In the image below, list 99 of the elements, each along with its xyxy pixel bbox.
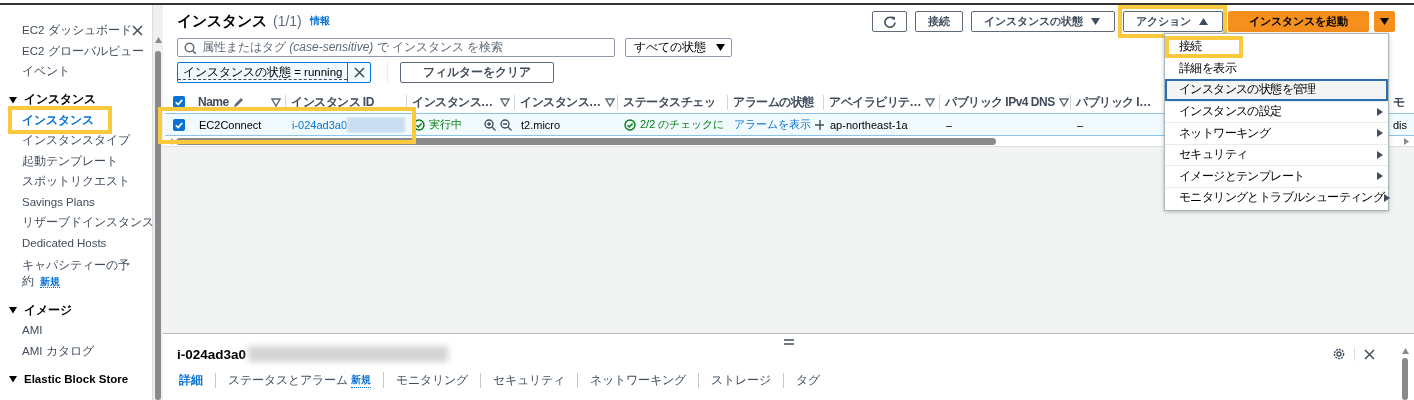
column-header[interactable]: アベイラビリテ… [824, 94, 940, 110]
sidebar-section-title[interactable]: イメージ [24, 302, 72, 318]
column-header[interactable]: パブリック IPv4 DNS [940, 94, 1071, 110]
sidebar-link[interactable]: EC2 ダッシュボード [22, 22, 132, 38]
submenu-arrow-icon [1384, 193, 1391, 202]
close-icon[interactable] [131, 24, 143, 36]
menu-item[interactable]: インスタンスの状態を管理 [1165, 79, 1388, 101]
submenu-arrow-icon [1377, 129, 1383, 138]
menu-item[interactable]: セキュリティ [1165, 143, 1388, 165]
sidebar-link[interactable]: 起動テンプレート [22, 152, 118, 169]
search-icon [184, 41, 196, 54]
sidebar-link[interactable]: イベント [22, 63, 70, 79]
menu-item[interactable]: インスタンスの設定 [1165, 100, 1388, 122]
new-badge: 新規 [40, 276, 60, 288]
drag-handle-icon[interactable] [783, 339, 794, 345]
launch-options-button[interactable] [1374, 10, 1395, 32]
instance-state: 実行中 [429, 117, 462, 132]
sidebar-link[interactable]: キャパシティーの予約 新規 [22, 257, 130, 290]
menu-item[interactable]: イメージとテンプレート [1165, 165, 1388, 187]
submenu-arrow-icon [1377, 150, 1383, 159]
check-circle-icon [624, 118, 636, 131]
sidebar-link[interactable]: インスタンスタイプ [22, 132, 130, 148]
zoom-in-icon[interactable] [484, 118, 496, 131]
alarm-link[interactable]: アラームを表示 [734, 117, 811, 132]
caret-icon [1380, 17, 1389, 25]
new-badge: 新規 [351, 372, 371, 388]
menu-item[interactable]: 接続 [1165, 36, 1388, 58]
menu-item[interactable]: 詳細を表示 [1165, 57, 1388, 79]
detail-tab[interactable]: 詳細 [177, 372, 216, 388]
instance-id-link[interactable]: i-024ad3a0 [292, 118, 348, 131]
info-link[interactable]: 情報 [309, 14, 330, 28]
plus-icon[interactable] [815, 119, 824, 130]
submenu-arrow-icon [1377, 172, 1383, 181]
detail-tab[interactable]: ステータスとアラーム 新規 [216, 372, 384, 388]
submenu-arrow-icon [1377, 107, 1383, 116]
search-field[interactable]: 属性またはタグ (case-sensitive) で インスタンス を検索 [177, 38, 615, 57]
sidebar-link[interactable]: Savings Plans [22, 193, 95, 210]
sort-icon[interactable] [604, 97, 615, 107]
column-header[interactable]: インスタンス… [407, 94, 515, 110]
detail-title: i-024ad3a0 [177, 346, 247, 362]
scrollbar-thumb[interactable] [1402, 358, 1408, 400]
close-icon[interactable] [1364, 348, 1375, 360]
table-cell-text: ap-northeast-1a [829, 118, 909, 131]
table-cell-text: – [1076, 118, 1085, 131]
checkbox[interactable] [173, 118, 185, 131]
column-header[interactable]: アラームの状態 [728, 94, 824, 110]
sort-icon[interactable] [500, 97, 510, 107]
refresh-button[interactable] [872, 10, 907, 32]
caret-icon [716, 44, 725, 51]
sidebar-link[interactable]: Dedicated Hosts [22, 234, 107, 251]
column-header[interactable]: モ [1390, 94, 1414, 110]
connect-button[interactable]: 接続 [915, 10, 963, 32]
sidebar-section-title[interactable]: インスタンス [24, 92, 96, 107]
sidebar-link[interactable]: スポットリクエスト [22, 173, 130, 189]
scrollbar-thumb[interactable] [155, 51, 161, 400]
scroll-up-icon[interactable] [1401, 348, 1409, 354]
sort-icon[interactable] [271, 97, 281, 107]
settings-icon[interactable] [1333, 348, 1345, 360]
sidebar-link[interactable]: EC2 グローバルビュー [22, 42, 144, 59]
launch-button[interactable]: インスタンスを起動 [1228, 10, 1369, 32]
refresh-icon [883, 14, 896, 28]
caret-icon[interactable] [9, 375, 18, 383]
column-header[interactable]: Name [193, 94, 286, 110]
detail-tab[interactable]: タグ [784, 372, 832, 388]
sidebar-section-title[interactable]: Elastic Block Store [24, 373, 129, 385]
zoom-out-icon[interactable] [500, 118, 512, 131]
table-cell-text: dis [1392, 118, 1409, 131]
caret-icon[interactable] [9, 95, 18, 104]
caret-icon[interactable] [9, 306, 18, 314]
sidebar-link[interactable]: AMI [22, 322, 43, 338]
sort-icon[interactable] [925, 97, 935, 107]
scroll-up-icon[interactable] [154, 37, 162, 43]
detail-tab[interactable]: ストレージ [699, 372, 784, 388]
dropdown-button[interactable]: インスタンスの状態 [971, 10, 1115, 32]
status-check: 2/2 のチェックに [640, 117, 725, 132]
check-circle-icon [413, 118, 425, 131]
detail-tab[interactable]: モニタリング [384, 372, 481, 388]
sidebar-link[interactable]: AMI カタログ [22, 342, 94, 359]
state-filter-dropdown[interactable]: すべての状態 [625, 38, 732, 57]
detail-tab[interactable]: セキュリティ [481, 372, 578, 388]
sidebar-link[interactable]: リザーブドインスタンス [22, 214, 154, 230]
menu-item[interactable]: ネットワーキング [1165, 122, 1388, 144]
sort-icon[interactable] [1058, 97, 1069, 107]
remove-filter-icon[interactable] [354, 67, 365, 78]
sidebar-link[interactable]: インスタンス [22, 111, 94, 128]
checkbox[interactable] [173, 96, 185, 108]
column-header[interactable]: インスタンス… [515, 94, 618, 110]
menu-item[interactable]: モニタリングとトラブルシューティング [1165, 186, 1388, 208]
item-count: (1/1) [273, 13, 302, 29]
table-cell-text: t2.micro [520, 118, 562, 131]
clear-filters-button[interactable]: フィルターをクリア [400, 62, 555, 83]
detail-tab[interactable]: ネットワーキング [578, 372, 699, 388]
page-title: インスタンス [177, 11, 267, 31]
column-header[interactable]: ステータスチェッ [618, 94, 728, 110]
scrollbar-thumb[interactable] [176, 137, 996, 145]
table-cell-text: EC2Connect [198, 118, 263, 131]
scroll-right-icon[interactable] [1404, 137, 1409, 145]
dropdown-button[interactable]: アクション [1123, 10, 1223, 32]
table-cell-text: – [945, 118, 954, 131]
